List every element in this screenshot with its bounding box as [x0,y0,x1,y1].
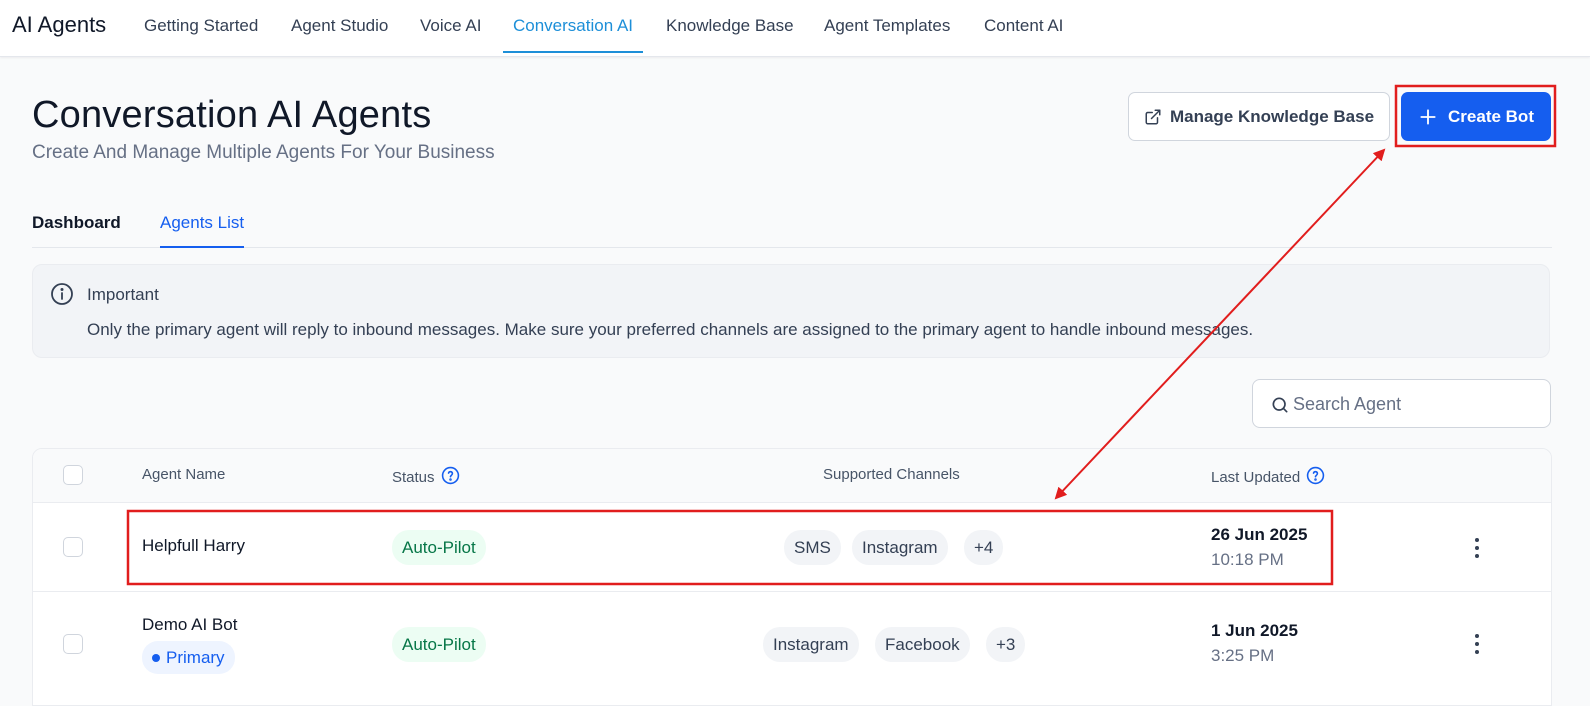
search-agent-box[interactable] [1252,379,1551,428]
create-bot-button[interactable]: Create Bot [1401,92,1551,141]
page-title: Conversation AI Agents [32,94,432,136]
manage-knowledge-base-label: Manage Knowledge Base [1169,106,1375,126]
agent-name[interactable]: Helpfull Harry [142,536,245,556]
nav-tab-knowledge-base[interactable]: Knowledge Base [666,16,794,53]
table-row[interactable]: Demo AI Bot Primary Auto-Pilot Instagram… [33,592,1551,705]
column-last-updated: Last Updated [1211,466,1325,489]
important-alert: Important Only the primary agent will re… [32,264,1550,358]
table-header: Agent Name Status Supported Channels Las… [33,449,1551,503]
more-options-icon[interactable] [1469,634,1485,654]
nav-tab-agent-studio[interactable]: Agent Studio [291,16,388,53]
channel-more-chip[interactable]: +3 [986,627,1026,662]
app-brand: AI Agents [12,12,107,37]
channel-chip: SMS [784,530,841,565]
channel-more-chip[interactable]: +4 [964,530,1004,565]
nav-tab-voice-ai[interactable]: Voice AI [420,16,481,53]
primary-badge-label: Primary [166,647,225,667]
search-agent-input[interactable] [1293,390,1538,418]
row-checkbox[interactable] [63,634,83,654]
status-badge: Auto-Pilot [392,627,486,662]
info-icon [50,282,74,311]
tab-agents-list[interactable]: Agents List [160,213,245,248]
channel-chip: Instagram [852,530,948,565]
table-row[interactable]: Helpfull Harry Auto-Pilot SMS Instagram … [33,503,1551,592]
last-updated-date: 26 Jun 2025 [1211,525,1308,544]
tab-dashboard[interactable]: Dashboard [32,213,121,248]
page-subtitle: Create And Manage Multiple Agents For Yo… [32,142,495,163]
nav-tab-conversation-ai[interactable]: Conversation AI [503,16,644,53]
row-checkbox[interactable] [63,537,83,557]
nav-tab-content-ai[interactable]: Content AI [984,16,1063,53]
alert-title: Important [87,285,159,304]
plus-icon [1418,107,1438,127]
column-status: Status [392,466,460,489]
external-link-icon [1144,108,1162,126]
manage-knowledge-base-button[interactable]: Manage Knowledge Base [1128,92,1390,141]
nav-tab-getting-started[interactable]: Getting Started [144,16,258,53]
help-icon[interactable] [1306,466,1325,489]
last-updated-time: 3:25 PM [1211,646,1275,665]
sub-tabs: Dashboard Agents List [32,196,1552,248]
status-badge: Auto-Pilot [392,530,486,565]
column-channels-label: Supported Channels [823,466,960,483]
more-options-icon[interactable] [1469,538,1485,558]
primary-badge: Primary [142,641,235,674]
channel-chip: Facebook [875,627,970,662]
top-nav: AI Agents Getting Started Agent Studio V… [0,0,1590,57]
last-updated-time: 10:18 PM [1211,550,1284,569]
help-icon[interactable] [441,466,460,489]
channel-chip: Instagram [763,627,859,662]
column-last-updated-label: Last Updated [1211,469,1301,486]
search-icon [1270,395,1290,420]
column-agent-name: Agent Name [142,466,225,483]
agents-table: Agent Name Status Supported Channels Las… [32,448,1552,706]
alert-body: Only the primary agent will reply to inb… [87,320,1254,339]
nav-tab-agent-templates[interactable]: Agent Templates [824,16,950,53]
select-all-checkbox[interactable] [63,465,83,485]
last-updated-date: 1 Jun 2025 [1211,621,1298,640]
column-agent-name-label: Agent Name [142,466,226,483]
column-supported-channels: Supported Channels [823,466,960,483]
agent-name[interactable]: Demo AI Bot [142,615,237,635]
column-status-label: Status [392,469,435,486]
create-bot-label: Create Bot [1448,106,1534,126]
primary-dot-icon [152,653,160,662]
